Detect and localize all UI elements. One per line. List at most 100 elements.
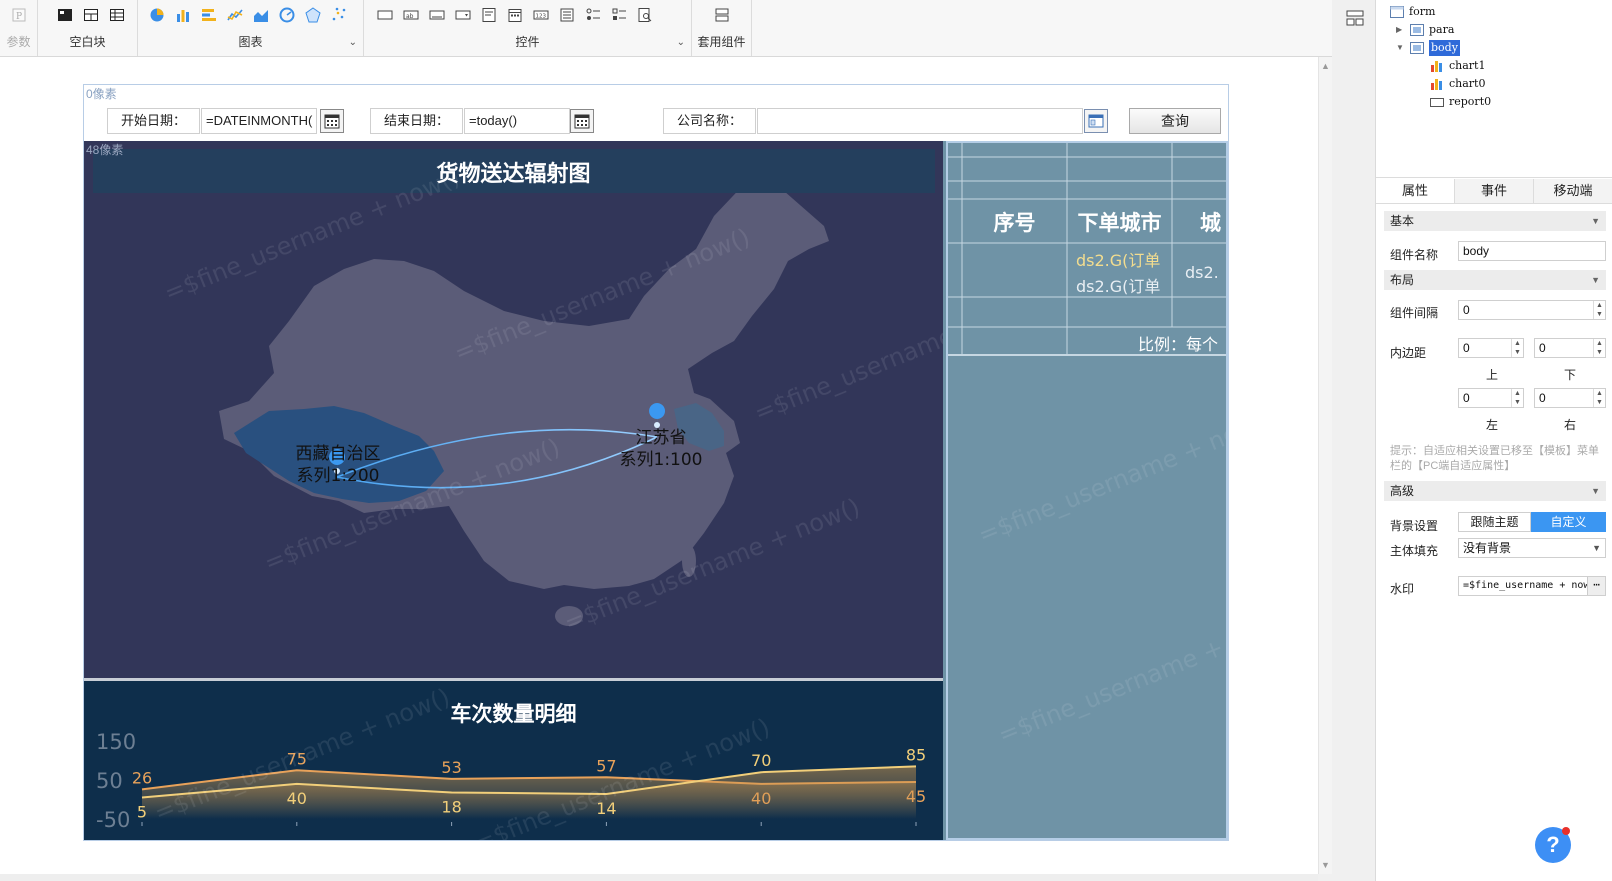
chart-expand-icon[interactable]: ⌄ xyxy=(349,37,357,48)
chevron-down-icon: ▼ xyxy=(1592,543,1601,553)
padding-right-caption: 右 xyxy=(1564,418,1577,432)
end-date-input[interactable]: =today() xyxy=(464,108,570,134)
padding-top-input[interactable]: 0 ▲ ▼ xyxy=(1458,338,1524,358)
radio-group-icon[interactable] xyxy=(585,7,601,23)
component-library-icon[interactable] xyxy=(714,7,730,23)
tab-mobile[interactable]: 移动端 xyxy=(1534,179,1612,203)
tree-node-chart1[interactable]: chart1 xyxy=(1430,58,1485,74)
end-date-calendar-icon[interactable] xyxy=(570,109,594,133)
start-date-calendar-icon[interactable] xyxy=(320,109,344,133)
grid-block-icon[interactable] xyxy=(109,7,125,23)
scatter-chart-icon[interactable] xyxy=(331,7,347,23)
gap-value: 0 xyxy=(1463,303,1470,317)
property-tabs: 属性 事件 移动端 xyxy=(1376,179,1612,204)
bg-custom-button[interactable]: 自定义 xyxy=(1531,512,1606,532)
start-date-input[interactable]: =DATEINMONTH( xyxy=(201,108,317,134)
advanced-section-header[interactable]: 高级 ▼ xyxy=(1384,481,1606,501)
report-cell-third[interactable]: ds2. xyxy=(1185,263,1219,282)
query-button[interactable]: 查询 xyxy=(1129,108,1221,134)
radar-chart-icon[interactable] xyxy=(305,7,321,23)
basic-section-title: 基本 xyxy=(1390,214,1415,228)
watermark-input[interactable]: =$fine_username + now ⋯ xyxy=(1458,576,1606,596)
combo-widget-icon[interactable] xyxy=(455,7,471,23)
body-layout[interactable]: 货物送达辐射图 48像素 西藏自治区 系列1:200 江苏省 系列1:100 =… xyxy=(84,141,1228,840)
start-date-label: 开始日期： xyxy=(107,108,200,134)
y-tick-label: 150 xyxy=(96,730,136,754)
padding-bottom-input[interactable]: 0 ▲ ▼ xyxy=(1534,338,1606,358)
tab-properties[interactable]: 属性 xyxy=(1376,179,1455,203)
checkbox-group-icon[interactable] xyxy=(611,7,627,23)
report-cell-city-1[interactable]: ds2.G(订单 xyxy=(1076,247,1160,271)
text-widget-icon[interactable]: ab xyxy=(403,7,419,23)
date-widget-icon[interactable] xyxy=(507,7,523,23)
tab-block-icon[interactable] xyxy=(83,7,99,23)
tree-node-chart0[interactable]: chart0 xyxy=(1430,76,1485,92)
company-tree-select-icon[interactable] xyxy=(1084,109,1108,133)
list-widget-icon[interactable] xyxy=(559,7,575,23)
gap-stepper-icon[interactable]: ▲ ▼ xyxy=(1593,301,1605,319)
scroll-up-icon[interactable]: ▲ xyxy=(1321,61,1330,71)
absolute-block-icon[interactable] xyxy=(57,7,73,23)
widget-manager-icon[interactable] xyxy=(1346,10,1364,29)
data-label: 40 xyxy=(287,789,307,808)
padding-right-input[interactable]: 0 ▲ ▼ xyxy=(1534,388,1606,408)
body-fill-select[interactable]: 没有背景 ▼ xyxy=(1458,538,1606,558)
tibet-label-block: 西藏自治区 系列1:200 xyxy=(286,443,390,487)
canvas-horizontal-scrollbar[interactable] xyxy=(0,874,1318,881)
radiation-map-chart[interactable]: 货物送达辐射图 48像素 西藏自治区 系列1:200 江苏省 系列1:100 =… xyxy=(84,141,943,678)
data-label: 85 xyxy=(906,745,926,764)
bar-chart-icon[interactable] xyxy=(175,7,191,23)
data-label: 14 xyxy=(596,799,616,818)
report-header-third: 城 xyxy=(1200,211,1221,235)
scroll-down-icon[interactable]: ▼ xyxy=(1321,860,1330,870)
tree-node-body[interactable]: body xyxy=(1410,40,1460,56)
search-widget-icon[interactable] xyxy=(637,7,653,23)
layout-section-header[interactable]: 布局 ▼ xyxy=(1384,270,1606,290)
expand-para-icon[interactable]: ▶ xyxy=(1396,25,1402,34)
tibet-value-label: 系列1:200 xyxy=(296,466,380,486)
area-chart-plot: 15050-5026755357404554018147085 xyxy=(96,730,926,832)
horizontal-bar-icon[interactable] xyxy=(201,7,217,23)
control-expand-icon[interactable]: ⌄ xyxy=(677,37,685,48)
component-name-input[interactable]: body xyxy=(1458,241,1606,261)
padding-left-stepper-icon[interactable]: ▲ ▼ xyxy=(1511,389,1523,407)
collapse-body-icon[interactable]: ▼ xyxy=(1396,43,1404,52)
company-name-label: 公司名称： xyxy=(663,108,756,134)
report-cell-city-2[interactable]: ds2.G(订单 xyxy=(1076,273,1160,297)
gauge-chart-icon[interactable] xyxy=(279,7,295,23)
label-widget-icon[interactable] xyxy=(377,7,393,23)
widget-toolbar: P 参数 空白块 图表 ⌄ ab 123 控件 ⌄ 套用组件 xyxy=(0,0,1370,57)
tree-node-form[interactable]: form xyxy=(1390,4,1435,20)
tree-node-para[interactable]: para xyxy=(1410,22,1454,38)
basic-section-header[interactable]: 基本 ▼ xyxy=(1384,211,1606,231)
padding-top-stepper-icon[interactable]: ▲ ▼ xyxy=(1511,339,1523,357)
padding-bottom-stepper-icon[interactable]: ▲ ▼ xyxy=(1593,339,1605,357)
number-widget-icon[interactable]: 123 xyxy=(533,7,549,23)
template-component-group: 套用组件 xyxy=(692,0,752,56)
button-widget-icon[interactable] xyxy=(429,7,445,23)
line-chart-icon[interactable] xyxy=(227,7,243,23)
pie-chart-icon[interactable] xyxy=(149,7,165,23)
bg-follow-theme-button[interactable]: 跟随主题 xyxy=(1458,512,1531,532)
trip-count-chart[interactable]: 车次数量明细 15050-5026755357404554018147085 =… xyxy=(84,681,943,840)
tab-events[interactable]: 事件 xyxy=(1455,179,1534,203)
data-label: 75 xyxy=(287,749,307,768)
control-group-label: 控件 xyxy=(515,35,540,49)
padding-right-value: 0 xyxy=(1539,391,1546,405)
company-name-input[interactable] xyxy=(757,108,1083,134)
watermark-value: =$fine_username + now xyxy=(1463,580,1590,591)
padding-left-input[interactable]: 0 ▲ ▼ xyxy=(1458,388,1524,408)
canvas-vertical-scrollbar[interactable]: ▲ ▼ xyxy=(1318,57,1332,874)
more-options-icon[interactable]: ⋯ xyxy=(1587,577,1605,595)
param-icon[interactable]: P xyxy=(11,7,27,23)
form-container[interactable]: 0像素 开始日期： =DATEINMONTH( 结束日期： =today() 公… xyxy=(83,84,1229,841)
area-chart-icon[interactable] xyxy=(253,7,269,23)
tree-node-report0[interactable]: report0 xyxy=(1430,94,1491,110)
data-label: 57 xyxy=(596,756,616,775)
watermark-label: 水印 xyxy=(1390,582,1415,596)
textarea-widget-icon[interactable] xyxy=(481,7,497,23)
report-table-panel[interactable]: 序号 下单城市 城 ds2.G(订单 ds2.G(订单 ds2. 比例：每个 =… xyxy=(946,141,1228,840)
padding-right-stepper-icon[interactable]: ▲ ▼ xyxy=(1593,389,1605,407)
gap-input[interactable]: 0 ▲ ▼ xyxy=(1458,300,1606,320)
control-group: ab 123 控件 ⌄ xyxy=(364,0,692,56)
